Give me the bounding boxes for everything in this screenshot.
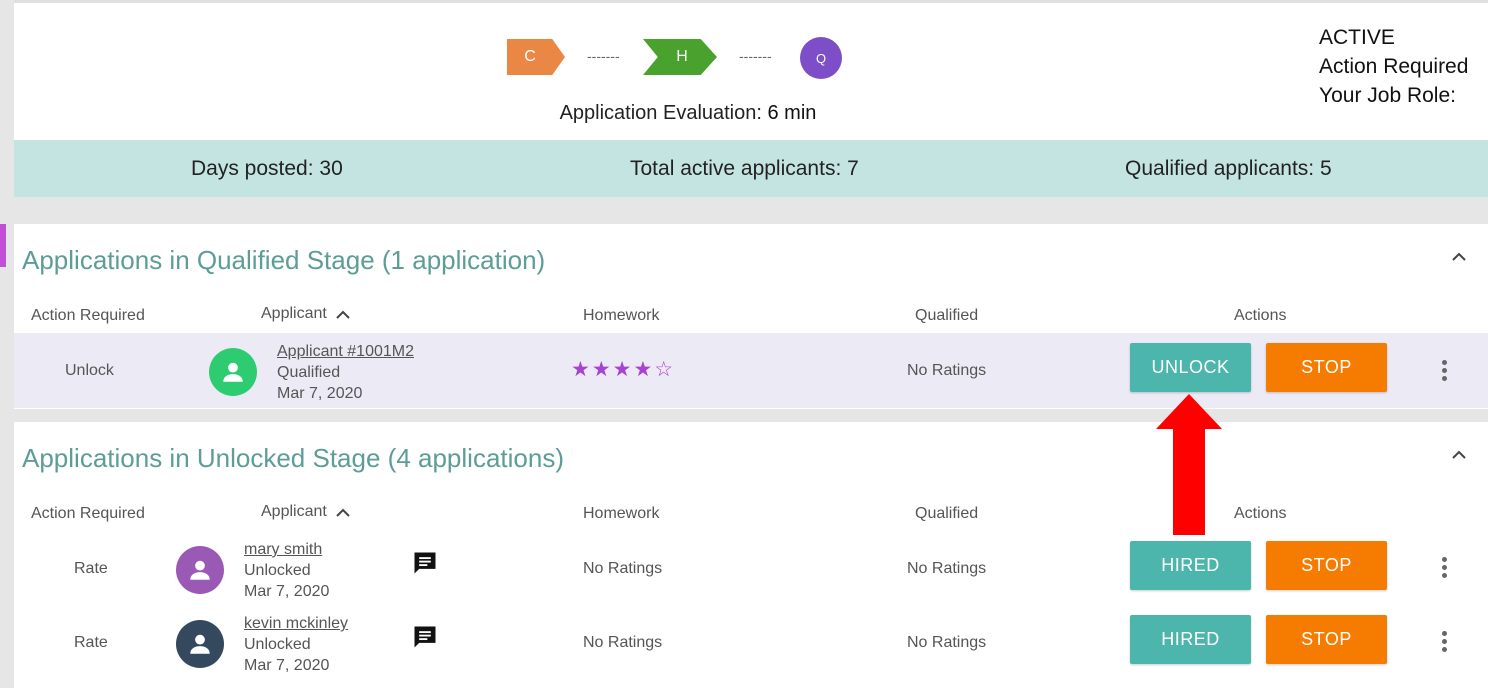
col-action-required: Action Required [31, 505, 145, 522]
qualified-applicants: Qualified applicants: 5 [1125, 157, 1332, 180]
stage-flow: C ------- H ------- Q [507, 36, 847, 80]
side-marker [0, 224, 6, 267]
unlocked-stage-card: Applications in Unlocked Stage (4 applic… [14, 422, 1488, 688]
homework-rating: No Ratings [583, 634, 663, 651]
job-header-panel: C ------- H ------- Q Application Evalua… [14, 0, 1488, 140]
homework-star-rating: ★★★★☆ [571, 358, 676, 381]
evaluation-value: 6 min [767, 102, 817, 124]
hired-button[interactable]: HIRED [1130, 615, 1251, 664]
action-required-value: Rate [74, 560, 108, 577]
avatar [209, 348, 257, 396]
action-required-value: Unlock [65, 362, 114, 379]
stage-connector: ------- [739, 48, 772, 64]
applicant-date: Mar 7, 2020 [244, 583, 330, 600]
person-icon [223, 362, 243, 382]
job-status: ACTIVE Action Required Your Job Role: [1319, 23, 1468, 110]
stage-h-label: H [676, 48, 688, 65]
applicant-stage: Unlocked [244, 562, 311, 579]
homework-rating: No Ratings [583, 560, 663, 577]
action-required-value: Rate [74, 634, 108, 651]
col-homework: Homework [583, 505, 660, 522]
status-state: ACTIVE [1319, 26, 1395, 49]
unlocked-stage-title: Applications in Unlocked Stage (4 applic… [22, 443, 564, 473]
stage-c-label: C [524, 48, 536, 65]
avatar [176, 546, 224, 594]
stage-q-label: Q [815, 50, 827, 66]
avatar [176, 620, 224, 668]
col-qualified: Qualified [915, 307, 979, 324]
stage-c-chevron[interactable]: C [507, 39, 565, 75]
collapse-caret-icon[interactable] [1452, 448, 1466, 462]
table-row: Rate kevin mckinley Unlocked Mar 7, 2020… [14, 608, 1488, 682]
applicant-stage: Unlocked [244, 636, 311, 653]
col-applicant[interactable]: Applicant [261, 305, 351, 323]
col-homework: Homework [583, 307, 660, 324]
person-icon [190, 560, 210, 580]
stage-connector: ------- [587, 48, 620, 64]
applicant-date: Mar 7, 2020 [277, 385, 363, 402]
days-posted: Days posted: 30 [191, 157, 343, 180]
person-icon [190, 634, 210, 654]
qualified-rating: No Ratings [907, 362, 987, 379]
status-action: Action Required [1319, 55, 1469, 78]
col-applicant-label: Applicant [261, 305, 327, 322]
evaluation-time: Application Evaluation: 6 min [14, 102, 1362, 125]
applicant-info: Applicant #1001M2 Qualified Mar 7, 2020 [277, 341, 414, 404]
more-options-icon[interactable] [1442, 631, 1448, 655]
applicant-info: kevin mckinley Unlocked Mar 7, 2020 [244, 613, 348, 676]
stop-button[interactable]: STOP [1266, 615, 1387, 664]
col-applicant[interactable]: Applicant [261, 503, 351, 521]
table-row: Rate mary smith Unlocked Mar 7, 2020 No … [14, 534, 1488, 608]
message-icon[interactable] [411, 549, 439, 577]
col-actions: Actions [1234, 307, 1287, 324]
table-row: Unlock Applicant #1001M2 Qualified Mar 7… [14, 333, 1488, 408]
col-action-required: Action Required [31, 307, 145, 324]
col-actions: Actions [1234, 505, 1287, 522]
stage-q-circle[interactable]: Q [800, 37, 842, 79]
stop-button[interactable]: STOP [1266, 541, 1387, 590]
applicant-name-link[interactable]: Applicant #1001M2 [277, 341, 414, 362]
applicant-date: Mar 7, 2020 [244, 657, 330, 674]
col-qualified: Qualified [915, 505, 979, 522]
total-active-applicants: Total active applicants: 7 [630, 157, 859, 180]
applicant-name-link[interactable]: mary smith [244, 539, 329, 560]
stats-bar: Days posted: 30 Total active applicants:… [14, 140, 1488, 197]
qualified-stage-title: Applications in Qualified Stage (1 appli… [22, 245, 546, 275]
qualified-rating: No Ratings [907, 560, 987, 577]
collapse-caret-icon[interactable] [1452, 250, 1466, 264]
qualified-rating: No Ratings [907, 634, 987, 651]
sort-asc-icon[interactable] [335, 507, 351, 517]
stop-button[interactable]: STOP [1266, 343, 1387, 392]
hired-button[interactable]: HIRED [1130, 541, 1251, 590]
applicant-info: mary smith Unlocked Mar 7, 2020 [244, 539, 329, 602]
more-options-icon[interactable] [1442, 360, 1448, 384]
applicant-name-link[interactable]: kevin mckinley [244, 613, 348, 634]
applicant-stage: Qualified [277, 364, 341, 381]
red-arrow-annotation-icon [1156, 394, 1222, 535]
unlock-button[interactable]: UNLOCK [1130, 343, 1251, 392]
stage-h-chevron[interactable]: H [643, 39, 717, 75]
col-applicant-label: Applicant [261, 503, 327, 520]
message-icon[interactable] [411, 623, 439, 651]
qualified-stage-card: Applications in Qualified Stage (1 appli… [14, 224, 1488, 409]
more-options-icon[interactable] [1442, 557, 1448, 581]
status-role: Your Job Role: [1319, 84, 1456, 107]
evaluation-label: Application Evaluation: [559, 102, 762, 124]
sort-asc-icon[interactable] [335, 309, 351, 319]
